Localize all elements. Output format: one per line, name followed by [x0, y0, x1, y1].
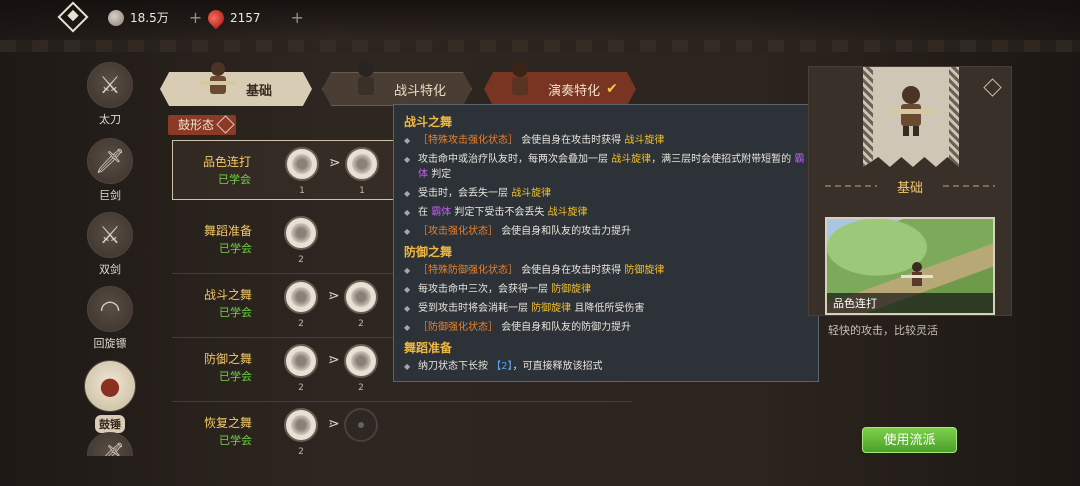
use-style-button[interactable]: 使用流派	[862, 427, 957, 453]
skill-node-icon[interactable]: 1	[285, 147, 319, 196]
add-coins-icon[interactable]: +	[189, 8, 202, 27]
check-icon: ✔	[606, 81, 618, 97]
help-icon[interactable]	[216, 115, 235, 134]
skill-state: 已学会	[219, 306, 252, 319]
preview-caption: 品色连打	[827, 293, 993, 313]
skill-name: 品色连打	[202, 155, 251, 169]
hunter-portrait-icon	[887, 86, 935, 136]
arrow-icon: ⋗	[328, 416, 340, 432]
weapon-label: 回旋镖	[93, 337, 127, 350]
style-preview-panel: 基础 品色连打	[808, 66, 1012, 316]
arrow-icon: ⋗	[328, 288, 340, 304]
tooltip-line: 每攻击命中三次，会获得一层 防御旋律	[404, 282, 808, 297]
dual-blades-icon: ⚔	[87, 212, 133, 258]
weapon-long-sword[interactable]: ⚔ 太刀	[78, 62, 142, 134]
tab-performance-special[interactable]: 演奏特化 ✔	[484, 61, 636, 106]
tooltip-line: 在 霸体 判定下受击不会丢失 战斗旋律	[404, 205, 808, 220]
weapon-label: 巨剑	[99, 189, 121, 202]
form-label-text: 鼓形态	[178, 118, 215, 132]
boomerang-icon: ◠	[87, 286, 133, 332]
tooltip-line: 受击时，会丢失一层 战斗旋律	[404, 186, 808, 201]
long-sword-icon: ⚔	[87, 62, 133, 108]
tooltip-heading: 防御之舞	[404, 245, 453, 259]
weapon-boomerang[interactable]: ◠ 回旋镖	[78, 286, 142, 358]
style-banner	[863, 67, 959, 167]
skill-name: 舞蹈准备	[203, 224, 252, 238]
weapon-drum-hammer[interactable]: ● 鼓锤	[78, 360, 142, 433]
skill-name: 防御之舞	[203, 352, 252, 366]
style-description: 轻快的攻击，比较灵活	[828, 324, 938, 337]
great-sword-icon: 🗡	[87, 138, 133, 184]
tooltip-line: 攻击命中或治疗队友时，每两次会叠加一层 战斗旋律，满三层时会使招式附带短暂的 霸…	[404, 152, 808, 182]
weapon-great-sword[interactable]: 🗡 巨剑	[78, 138, 142, 210]
skill-node-icon[interactable]: 2	[284, 344, 318, 393]
weapon-next-icon: 🗡	[87, 432, 133, 456]
tooltip-line: ［防御强化状态］ 会使自身和队友的防御力提升	[404, 320, 808, 335]
tooltip-line: 受到攻击时将会消耗一层 防御旋律 且降低所受伤害	[404, 301, 808, 316]
skill-name: 战斗之舞	[203, 288, 252, 302]
arrow-icon: ⋗	[328, 352, 340, 368]
skill-state: 已学会	[219, 434, 252, 447]
tab-label: 战斗特化	[393, 83, 446, 99]
tooltip-heading: 战斗之舞	[404, 115, 453, 129]
weapon-label: 双剑	[99, 263, 121, 276]
gem-amount: 2157	[230, 10, 261, 25]
tooltip-line: ［特殊防御强化状态］ 会使自身在攻击时获得 防御旋律	[404, 263, 808, 278]
skill-node-icon[interactable]: 2	[284, 408, 318, 457]
help-icon[interactable]	[983, 78, 1002, 97]
skill-node-icon[interactable]: 2	[344, 344, 378, 393]
basic-avatar-icon	[199, 59, 236, 103]
locked-node-icon[interactable]	[344, 408, 378, 442]
skill-state: 已学会	[218, 173, 251, 186]
weapon-label: 太刀	[99, 113, 121, 126]
top-bar: 18.5万 + 2157 +	[0, 0, 1080, 34]
game-logo-icon[interactable]	[57, 1, 89, 33]
weapon-label: 鼓锤	[95, 415, 125, 433]
drum-hammer-icon: ●	[84, 360, 136, 412]
tooltip-heading: 舞蹈准备	[404, 341, 453, 355]
add-gems-icon[interactable]: +	[291, 8, 304, 27]
tab-basic[interactable]: 基础	[160, 62, 312, 106]
tooltip-line: ［攻击强化状态］ 会使自身和队友的攻击力提升	[404, 224, 808, 239]
skill-node-icon[interactable]: 2	[344, 280, 378, 329]
drum-form-label: 鼓形态	[168, 115, 237, 135]
skill-state: 已学会	[219, 370, 252, 383]
skill-row[interactable]: 恢复之舞 已学会 2 ⋗	[172, 402, 632, 462]
tab-label: 演奏特化	[548, 83, 601, 99]
tooltip-line: ［特殊攻击强化状态］ 会使自身在攻击时获得 战斗旋律	[404, 133, 808, 148]
gem-counter: 2157 +	[204, 6, 304, 29]
coin-icon	[108, 9, 124, 26]
tab-battle-special[interactable]: 战斗特化	[322, 61, 472, 106]
coin-amount: 18.5万	[130, 11, 169, 25]
skill-tooltip: 战斗之舞 ［特殊攻击强化状态］ 会使自身在攻击时获得 战斗旋律 攻击命中或治疗队…	[393, 104, 819, 382]
hunter-figure-icon	[901, 262, 933, 286]
arrow-icon: ⋗	[329, 155, 341, 171]
skill-node-icon[interactable]: 2	[284, 280, 318, 329]
battle-avatar-icon	[348, 59, 384, 103]
skill-state: 已学会	[219, 242, 252, 255]
skill-node-icon[interactable]: 2	[284, 216, 318, 265]
performance-avatar-icon	[502, 59, 538, 103]
skill-node-icon[interactable]: 1	[345, 147, 379, 196]
tab-label: 基础	[245, 83, 272, 99]
weapon-next[interactable]: 🗡	[78, 432, 142, 456]
skill-preview-video[interactable]: 品色连打	[825, 217, 995, 315]
tooltip-line: 纳刀状态下长按 【2】，可直接释放该招式	[404, 359, 808, 374]
coin-counter: 18.5万 +	[108, 8, 202, 27]
gem-icon	[204, 6, 228, 29]
weapon-dual-blades[interactable]: ⚔ 双剑	[78, 212, 142, 284]
skill-name: 恢复之舞	[203, 416, 252, 430]
